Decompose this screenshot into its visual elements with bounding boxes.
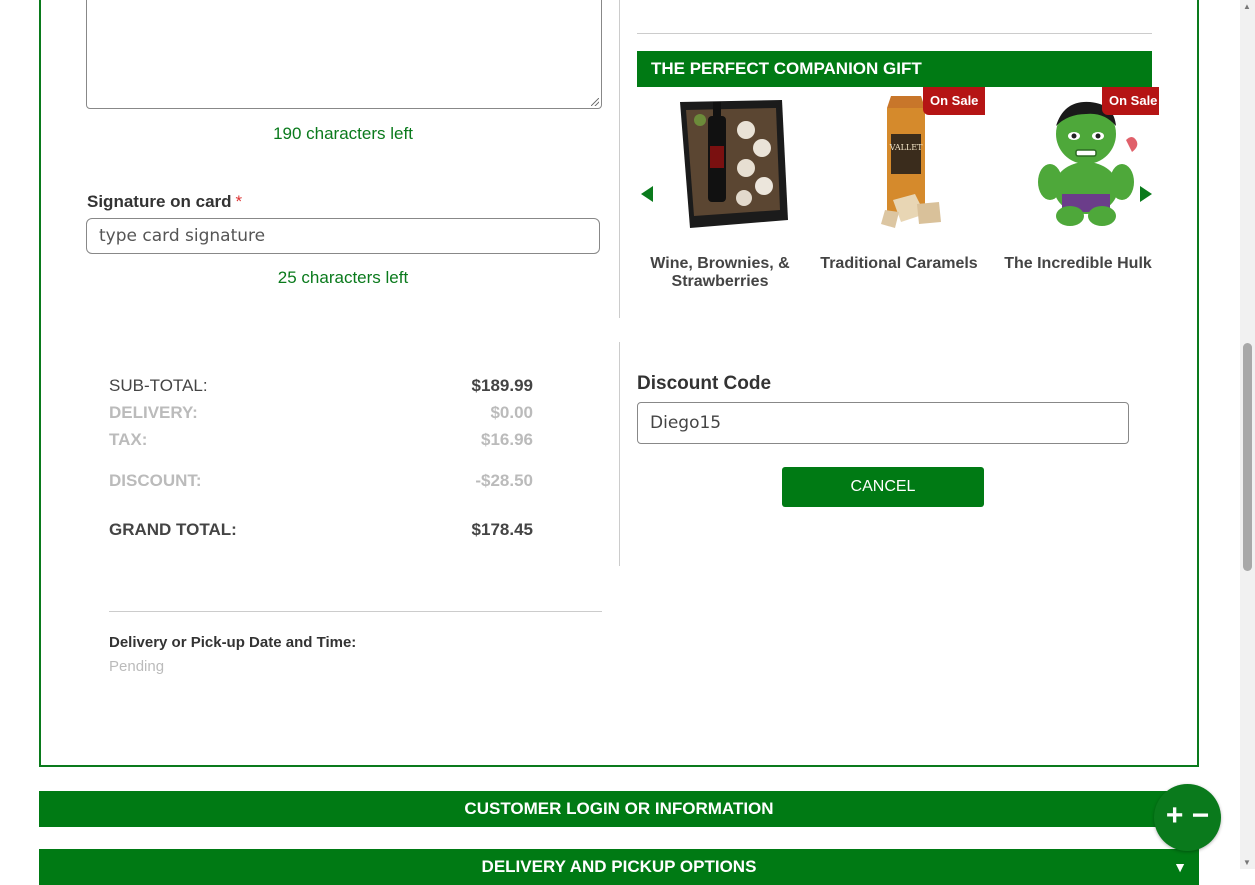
delivery-value: $0.00 [490,403,533,422]
delivery-options-title: DELIVERY AND PICKUP OPTIONS [481,857,757,876]
product-name[interactable]: Traditional Caramels [814,255,984,273]
page-scrollbar[interactable]: ▲ ▼ [1240,0,1255,869]
discount-label: DISCOUNT: [109,471,202,490]
grand-total-value: $178.45 [471,520,533,539]
subtotal-row: SUB-TOTAL: $189.99 [109,376,533,396]
scroll-up-icon[interactable]: ▲ [1243,2,1251,11]
summary-divider [109,611,602,612]
tax-value: $16.96 [481,430,533,449]
section-separator [637,33,1152,34]
grand-total-label: GRAND TOTAL: [109,520,237,539]
customer-login-title: CUSTOMER LOGIN OR INFORMATION [464,799,774,818]
scroll-down-icon[interactable]: ▼ [1243,858,1251,867]
customer-login-section[interactable]: CUSTOMER LOGIN OR INFORMATION [39,791,1199,827]
tax-label: TAX: [109,430,148,449]
delivery-label: DELIVERY: [109,403,198,422]
signature-input[interactable] [86,218,600,254]
product-card-wine[interactable]: Wine, Brownies, & Strawberries [635,90,805,291]
discount-code-label: Discount Code [637,373,772,394]
cancel-discount-button[interactable]: CANCEL [782,467,984,507]
subtotal-label: SUB-TOTAL: [109,376,208,395]
delivery-options-section[interactable]: DELIVERY AND PICKUP OPTIONS ▼ [39,849,1199,885]
column-divider-top [619,0,620,318]
discount-row: DISCOUNT: -$28.50 [109,471,533,491]
discount-value: -$28.50 [475,471,533,490]
card-message-textarea[interactable] [86,0,602,109]
grand-total-row: GRAND TOTAL: $178.45 [109,520,533,540]
companion-gift-header: THE PERFECT COMPANION GIFT [637,51,1152,87]
discount-code-input[interactable] [637,402,1129,444]
caramel-brand-text: VALLET [889,143,923,152]
product-card-hulk[interactable]: The Incredible Hulk [993,90,1163,273]
delivery-row: DELIVERY: $0.00 [109,403,533,423]
delivery-time-value: Pending [109,658,165,675]
subtotal-value: $189.99 [471,376,533,395]
on-sale-badge: On Sale [1102,87,1159,115]
product-name[interactable]: Wine, Brownies, & Strawberries [635,255,805,291]
scrollbar-thumb[interactable] [1243,343,1252,571]
chevron-down-icon: ▼ [1173,859,1187,875]
product-name[interactable]: The Incredible Hulk [993,255,1163,273]
resize-handle-icon[interactable] [591,98,599,106]
on-sale-badge: On Sale [923,87,986,115]
column-divider-bottom [619,342,620,566]
delivery-time-label: Delivery or Pick-up Date and Time: [109,634,357,651]
tax-row: TAX: $16.96 [109,430,533,450]
message-chars-left: 190 characters left [273,124,413,143]
product-card-caramels[interactable]: VALLET Traditional Caramels [814,90,984,273]
signature-chars-left: 25 characters left [277,268,409,287]
wine-gift-box-image[interactable] [650,90,790,235]
required-mark: * [235,192,243,211]
signature-label-text: Signature on card [87,192,232,211]
signature-label: Signature on card * [87,192,242,212]
zoom-toggle-button[interactable]: + − [1154,784,1221,851]
